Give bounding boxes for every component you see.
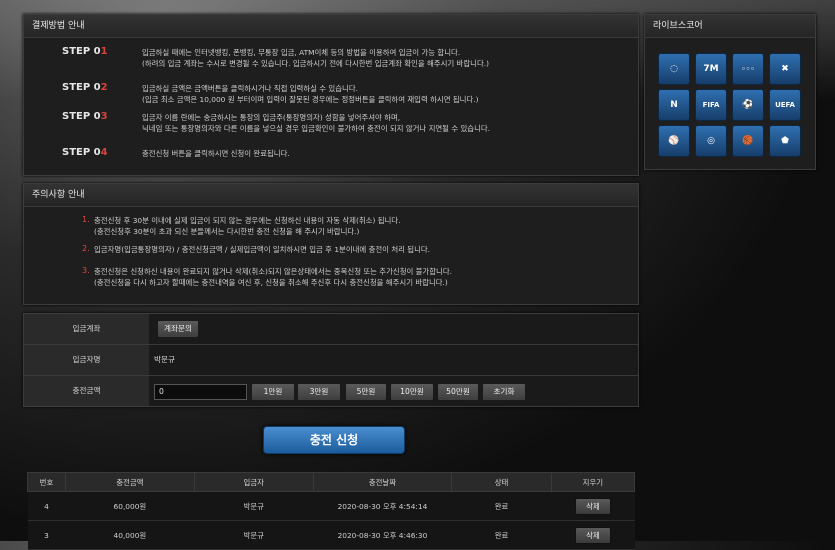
row-number: 3 [27,520,66,550]
step-label-text: STEP 0 [62,82,101,93]
step-text-line: 입금하실 금액은 금액버튼을 클릭하시거나 직접 입력하실 수 있습니다. [142,84,358,93]
amount-label: 충전금액 [24,376,149,406]
uefa-icon[interactable]: UEFA [769,89,801,121]
step-number: 2 [100,82,108,93]
amount-button[interactable]: 5만원 [345,383,387,401]
step-label: STEP 02 [62,82,142,93]
step-label: STEP 04 [62,147,142,158]
delete-button[interactable]: 삭제 [574,497,611,515]
notice-number: 2. [82,244,90,253]
amount-row: 충전금액 0 1만원 3만원 5만원 10만원 50만원 초기화 [24,375,638,406]
column-header: 충전금액 [64,472,195,492]
table-row: 3 40,000원 박문규 2020-08-30 오후 4:46:30 완료 삭제 [27,520,635,550]
depositor-value: 박문규 [154,355,175,364]
refresh-icon[interactable]: ◌ [658,53,690,85]
notice-text-line: 충전신청은 신청하신 내용이 완료되지 않거나 삭제(취소)되지 않은상태에서는… [94,267,452,276]
step-label: STEP 01 [62,46,142,57]
table-row: 4 60,000원 박문규 2020-08-30 오후 4:54:14 완료 삭제 [27,491,635,521]
step-number: 1 [100,46,108,57]
step-number: 4 [100,147,108,158]
livescore-icon[interactable]: ◦◦◦ [732,53,764,85]
row-date: 2020-08-30 오후 4:54:14 [313,491,452,521]
step-text: 입금하실 금액은 금액버튼을 클릭하시거나 직접 입력하실 수 있습니다. (입금… [142,83,602,105]
column-header: 번호 [27,472,66,492]
amount-button[interactable]: 10만원 [390,383,434,401]
notice-text: 입금자명(입금통장명의자) / 충전신청금액 / 실제입금액이 일치하시면 입금… [94,244,430,255]
soccer-ball-icon[interactable]: ⚽ [732,89,764,121]
live-score-title: 라이브스코어 [645,15,815,38]
status-badge: 완료 [451,491,552,521]
step-label-text: STEP 0 [62,147,101,158]
table-header: 번호 충전금액 입금자 충전날짜 상태 지우기 [27,472,636,492]
row-action-cell: 삭제 [551,491,635,521]
charge-submit-button[interactable]: 충전 신청 [263,426,405,454]
account-inquiry-button[interactable]: 계좌문의 [157,320,199,338]
step-text-line: 입금하실 때에는 인터넷뱅킹, 폰뱅킹, 무통장 입금, ATM이체 등의 방법… [142,48,461,57]
notice-text-line: 충전신청 후 30분 이내에 실제 입금이 되지 않는 경우에는 신청하신 내용… [94,216,401,225]
step-text-line: 입금자 이름 란에는 송금하시는 통장의 입금주(통장명의자) 성함을 넣어주셔… [142,113,401,122]
amount-input[interactable]: 0 [154,384,247,400]
row-amount: 60,000원 [65,491,195,521]
naver-icon[interactable]: N [658,89,690,121]
amount-button[interactable]: 50만원 [437,383,479,401]
notice-text-line: (충전신청을 다시 하고자 할때에는 충전내역을 여신 후, 신청을 취소해 주… [94,278,448,287]
step-text: 충전신청 버튼을 클릭하시면 신청이 완료됩니다. [142,148,602,159]
reset-amount-button[interactable]: 초기화 [482,383,526,401]
row-action-cell: 삭제 [551,520,635,550]
kbo-icon[interactable]: ◎ [695,125,727,157]
step-text-line: (입금 최소 금액은 10,000 원 부터이며 입력이 잘못된 경우에는 정정… [142,95,479,104]
mlb-icon[interactable]: ⚾ [658,125,690,157]
step-label: STEP 03 [62,111,142,122]
amount-button[interactable]: 3만원 [297,383,341,401]
cross-icon[interactable]: ✖ [769,53,801,85]
amount-button[interactable]: 1만원 [251,383,295,401]
column-header: 충전날짜 [312,472,453,492]
notice-text: 충전신청 후 30분 이내에 실제 입금이 되지 않는 경우에는 신청하신 내용… [94,215,400,237]
column-header: 지우기 [550,472,636,492]
step-label-text: STEP 0 [62,111,101,122]
row-number: 4 [27,491,66,521]
notice-text-line: (충전신청후 30분이 초과 되신 분들께서는 다시한번 충전 신청을 해 주시… [94,227,360,236]
depositor-row: 입금자명 박문규 [24,344,638,375]
nba-icon[interactable]: 🏀 [732,125,764,157]
column-header: 상태 [451,472,552,492]
row-amount: 40,000원 [65,520,195,550]
account-label: 입금계좌 [24,314,149,344]
notice-number: 3. [82,266,90,275]
notice-title: 주의사항 안내 [24,184,638,207]
payment-info-panel: 결제방법 안내 STEP 01 입금하실 때에는 인터넷뱅킹, 폰뱅킹, 무통장 … [23,14,639,176]
payment-info-title: 결제방법 안내 [24,15,638,38]
notice-text: 충전신청은 신청하신 내용이 완료되지 않거나 삭제(취소)되지 않은상태에서는… [94,266,452,288]
row-depositor: 박문규 [194,491,314,521]
notice-number: 1. [82,215,90,224]
step-text-line: 충전신청 버튼을 클릭하시면 신청이 완료됩니다. [142,149,290,158]
7m-icon[interactable]: 7M [695,53,727,85]
step-label-text: STEP 0 [62,46,101,57]
step-text: 입금하실 때에는 인터넷뱅킹, 폰뱅킹, 무통장 입금, ATM이체 등의 방법… [142,47,602,69]
step-text-line: (하려의 입금 계좌는 수시로 변경될 수 있습니다. 입금하시기 전에 다시한… [142,59,489,68]
charge-history-table: 번호 충전금액 입금자 충전날짜 상태 지우기 4 60,000원 박문규 2020-08-30… [27,472,636,550]
step-text-line: 닉네임 또는 통장명의자와 다른 이름을 넣으실 경우 입금확인이 불가하여 충… [142,124,491,133]
fifa-icon[interactable]: FIFA [695,89,727,121]
column-header: 입금자 [193,472,314,492]
step-text: 입금자 이름 란에는 송금하시는 통장의 입금주(통장명의자) 성함을 넣어주셔… [142,112,602,134]
live-score-panel: 라이브스코어 ◌ 7M ◦◦◦ ✖ N FIFA ⚽ UEFA ⚾ ◎ 🏀 ⬟ [644,14,816,170]
status-badge: 완료 [451,520,552,550]
notice-panel: 주의사항 안내 1. 충전신청 후 30분 이내에 실제 입금이 되지 않는 경우… [23,183,639,305]
notice-text-line: 입금자명(입금통장명의자) / 충전신청금액 / 실제입금액이 일치하시면 입금… [94,245,431,254]
row-depositor: 박문규 [194,520,314,550]
step-number: 3 [100,111,108,122]
row-date: 2020-08-30 오후 4:46:30 [313,520,452,550]
account-row: 입금계좌 계좌문의 [24,314,638,344]
depositor-label: 입금자명 [24,345,149,375]
charge-form: 입금계좌 계좌문의 입금자명 박문규 충전금액 0 1만원 3만원 5만원 10만원 5… [23,313,639,407]
nhl-icon[interactable]: ⬟ [769,125,801,157]
